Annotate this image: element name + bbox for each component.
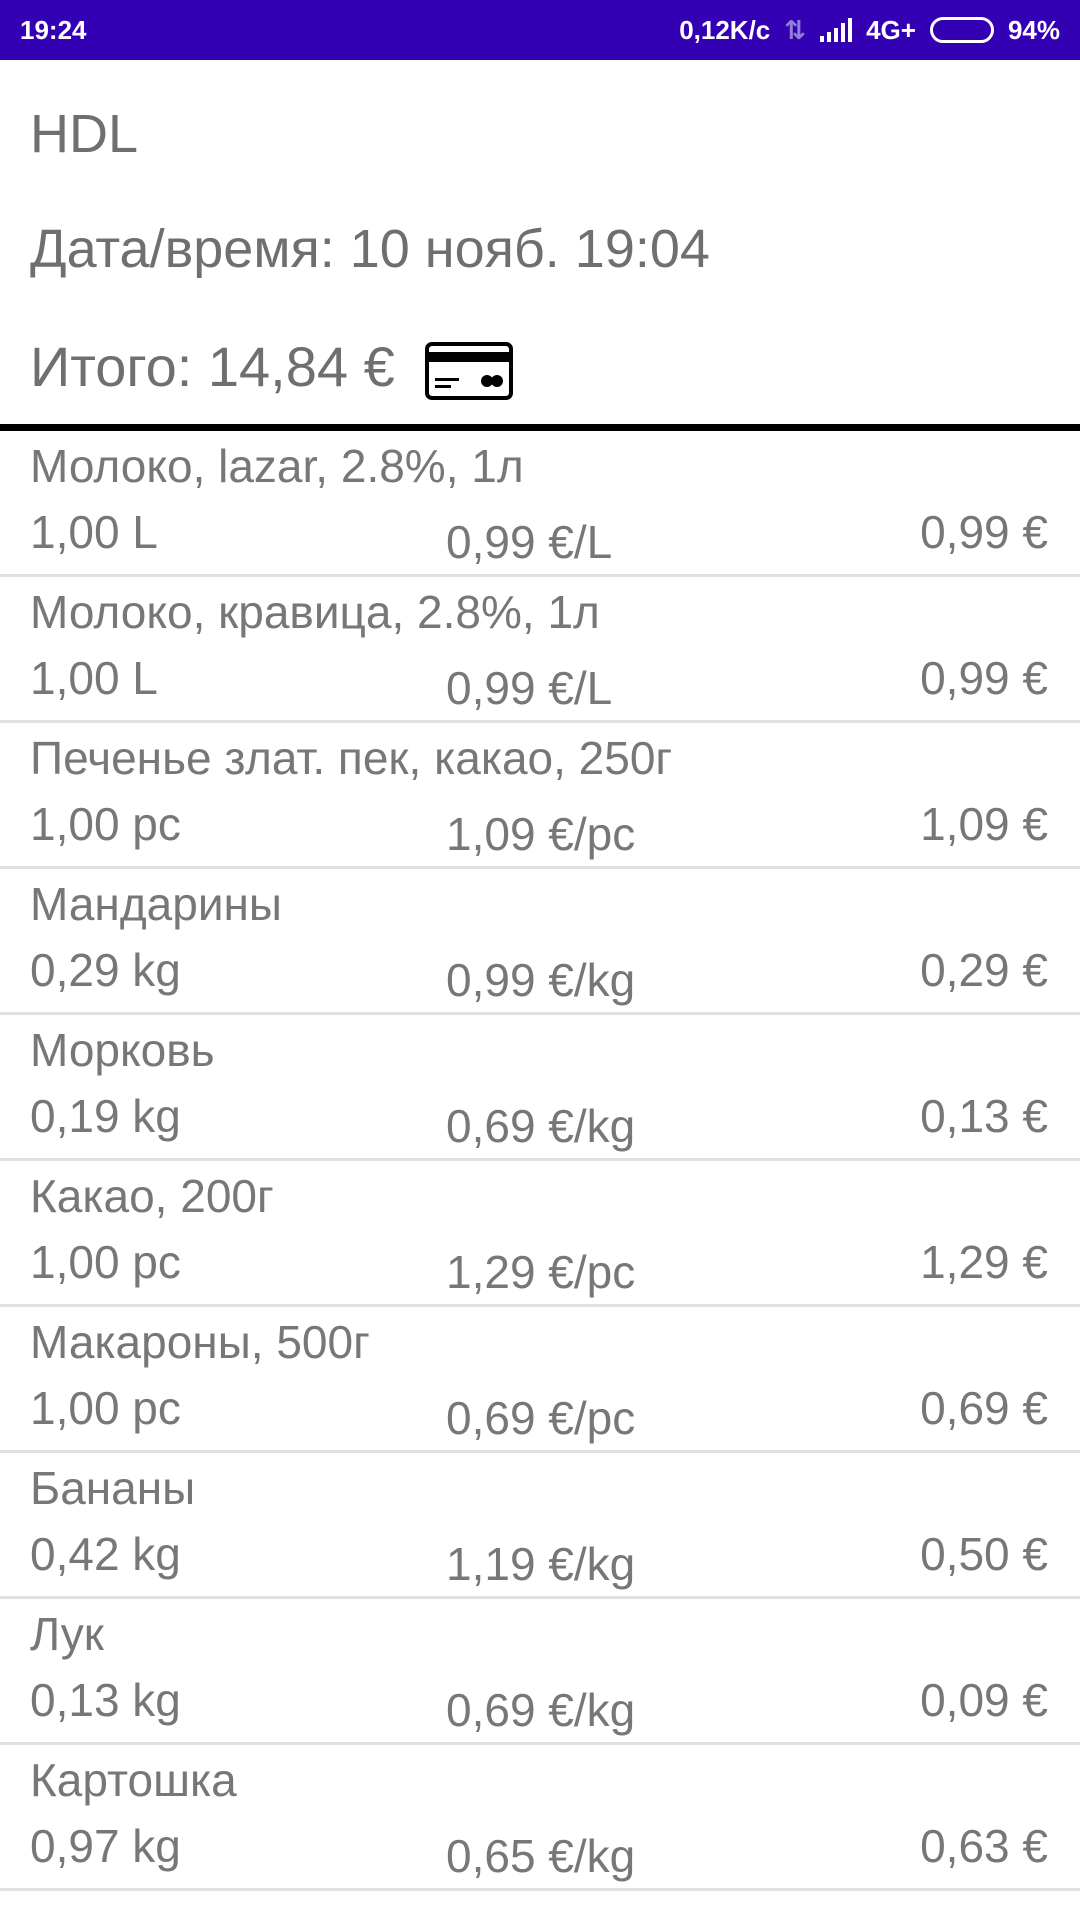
item-quantity: 1,00 L bbox=[30, 652, 158, 704]
item-name: Молоко, кравица, 2.8%, 1л bbox=[30, 586, 600, 638]
status-time: 19:24 bbox=[20, 14, 87, 45]
item-name: Макароны, 500г bbox=[30, 1316, 370, 1368]
battery-percent: 94% bbox=[1007, 14, 1060, 45]
item-quantity: 0,42 kg bbox=[30, 1528, 181, 1580]
item-quantity: 1,00 pc bbox=[30, 1236, 181, 1288]
receipt-header: HDL Дата/время: 10 нояб. 19:04 Итого: 14… bbox=[0, 60, 1080, 424]
item-name: Бананы bbox=[30, 1462, 196, 1514]
status-bar: 19:24 0,12K/c ⇅ 4G+ 94% bbox=[0, 0, 1080, 60]
item-unit-price: 1,19 €/kg bbox=[446, 1538, 636, 1590]
item-quantity: 0,19 kg bbox=[30, 1090, 181, 1142]
item-sum: 0,99 € bbox=[920, 506, 1048, 558]
status-icons: 0,12K/c ⇅ 4G+ 94% bbox=[679, 15, 1060, 46]
receipt-items-list: Молоко, lazar, 2.8%, 1л 1,00 L 0,99 €/L 0,9… bbox=[0, 431, 1080, 1891]
store-name: HDL bbox=[30, 104, 139, 164]
data-transfer-icon: ⇅ bbox=[784, 14, 807, 45]
list-item[interactable]: Макароны, 500г 1,00 pc 0,69 €/pc 0,69 € bbox=[0, 1307, 1080, 1453]
header-divider bbox=[0, 424, 1080, 431]
item-sum: 1,29 € bbox=[920, 1236, 1048, 1288]
item-name: Молоко, lazar, 2.8%, 1л bbox=[30, 440, 524, 492]
receipt-datetime: Дата/время: 10 нояб. 19:04 bbox=[30, 219, 710, 279]
item-quantity: 0,29 kg bbox=[30, 944, 181, 996]
item-name: Мандарины bbox=[30, 878, 282, 930]
list-item[interactable]: Картошка 0,97 kg 0,65 €/kg 0,63 € bbox=[0, 1745, 1080, 1891]
item-unit-price: 1,29 €/pc bbox=[446, 1246, 636, 1298]
item-name: Морковь bbox=[30, 1024, 215, 1076]
item-unit-price: 0,99 €/L bbox=[446, 516, 613, 568]
item-quantity: 1,00 pc bbox=[30, 1382, 181, 1434]
list-item[interactable]: Морковь 0,19 kg 0,69 €/kg 0,13 € bbox=[0, 1015, 1080, 1161]
credit-card-icon bbox=[424, 342, 513, 400]
item-unit-price: 0,65 €/kg bbox=[446, 1830, 636, 1882]
list-item[interactable]: Молоко, lazar, 2.8%, 1л 1,00 L 0,99 €/L 0,9… bbox=[0, 431, 1080, 577]
receipt-total: Итого: 14,84 € bbox=[30, 334, 395, 398]
network-type: 4G+ bbox=[866, 14, 916, 45]
item-quantity: 0,97 kg bbox=[30, 1820, 181, 1872]
list-item[interactable]: Молоко, кравица, 2.8%, 1л 1,00 L 0,99 €/L 0… bbox=[0, 577, 1080, 723]
list-item[interactable]: Мандарины 0,29 kg 0,99 €/kg 0,29 € bbox=[0, 869, 1080, 1015]
item-quantity: 1,00 pc bbox=[30, 798, 181, 850]
item-sum: 0,63 € bbox=[920, 1820, 1048, 1872]
item-sum: 0,09 € bbox=[920, 1674, 1048, 1726]
item-unit-price: 0,69 €/kg bbox=[446, 1100, 636, 1152]
item-unit-price: 1,09 €/pc bbox=[446, 808, 636, 860]
item-sum: 0,29 € bbox=[920, 944, 1048, 996]
item-name: Картошка bbox=[30, 1754, 237, 1806]
list-item[interactable]: Лук 0,13 kg 0,69 €/kg 0,09 € bbox=[0, 1599, 1080, 1745]
item-sum: 0,13 € bbox=[920, 1090, 1048, 1142]
item-quantity: 0,13 kg bbox=[30, 1674, 181, 1726]
item-unit-price: 0,69 €/pc bbox=[446, 1392, 636, 1444]
item-name: Какао, 200г bbox=[30, 1170, 274, 1222]
item-sum: 0,99 € bbox=[920, 652, 1048, 704]
list-item[interactable]: Бананы 0,42 kg 1,19 €/kg 0,50 € bbox=[0, 1453, 1080, 1599]
item-quantity: 1,00 L bbox=[30, 506, 158, 558]
receipt-total-row: Итого: 14,84 € bbox=[30, 308, 1080, 424]
list-item[interactable]: Печенье злат. пек, какао, 250г 1,00 pc 1,0… bbox=[0, 723, 1080, 869]
item-name: Лук bbox=[30, 1608, 104, 1660]
signal-strength-icon bbox=[820, 18, 853, 42]
item-unit-price: 0,99 €/L bbox=[446, 662, 613, 714]
battery-icon bbox=[929, 17, 994, 43]
item-sum: 0,50 € bbox=[920, 1528, 1048, 1580]
network-speed: 0,12K/c bbox=[679, 14, 771, 45]
item-sum: 0,69 € bbox=[920, 1382, 1048, 1434]
item-unit-price: 0,99 €/kg bbox=[446, 954, 636, 1006]
list-item[interactable]: Какао, 200г 1,00 pc 1,29 €/pc 1,29 € bbox=[0, 1161, 1080, 1307]
item-unit-price: 0,69 €/kg bbox=[446, 1684, 636, 1736]
item-sum: 1,09 € bbox=[920, 798, 1048, 850]
item-name: Печенье злат. пек, какао, 250г bbox=[30, 732, 673, 784]
